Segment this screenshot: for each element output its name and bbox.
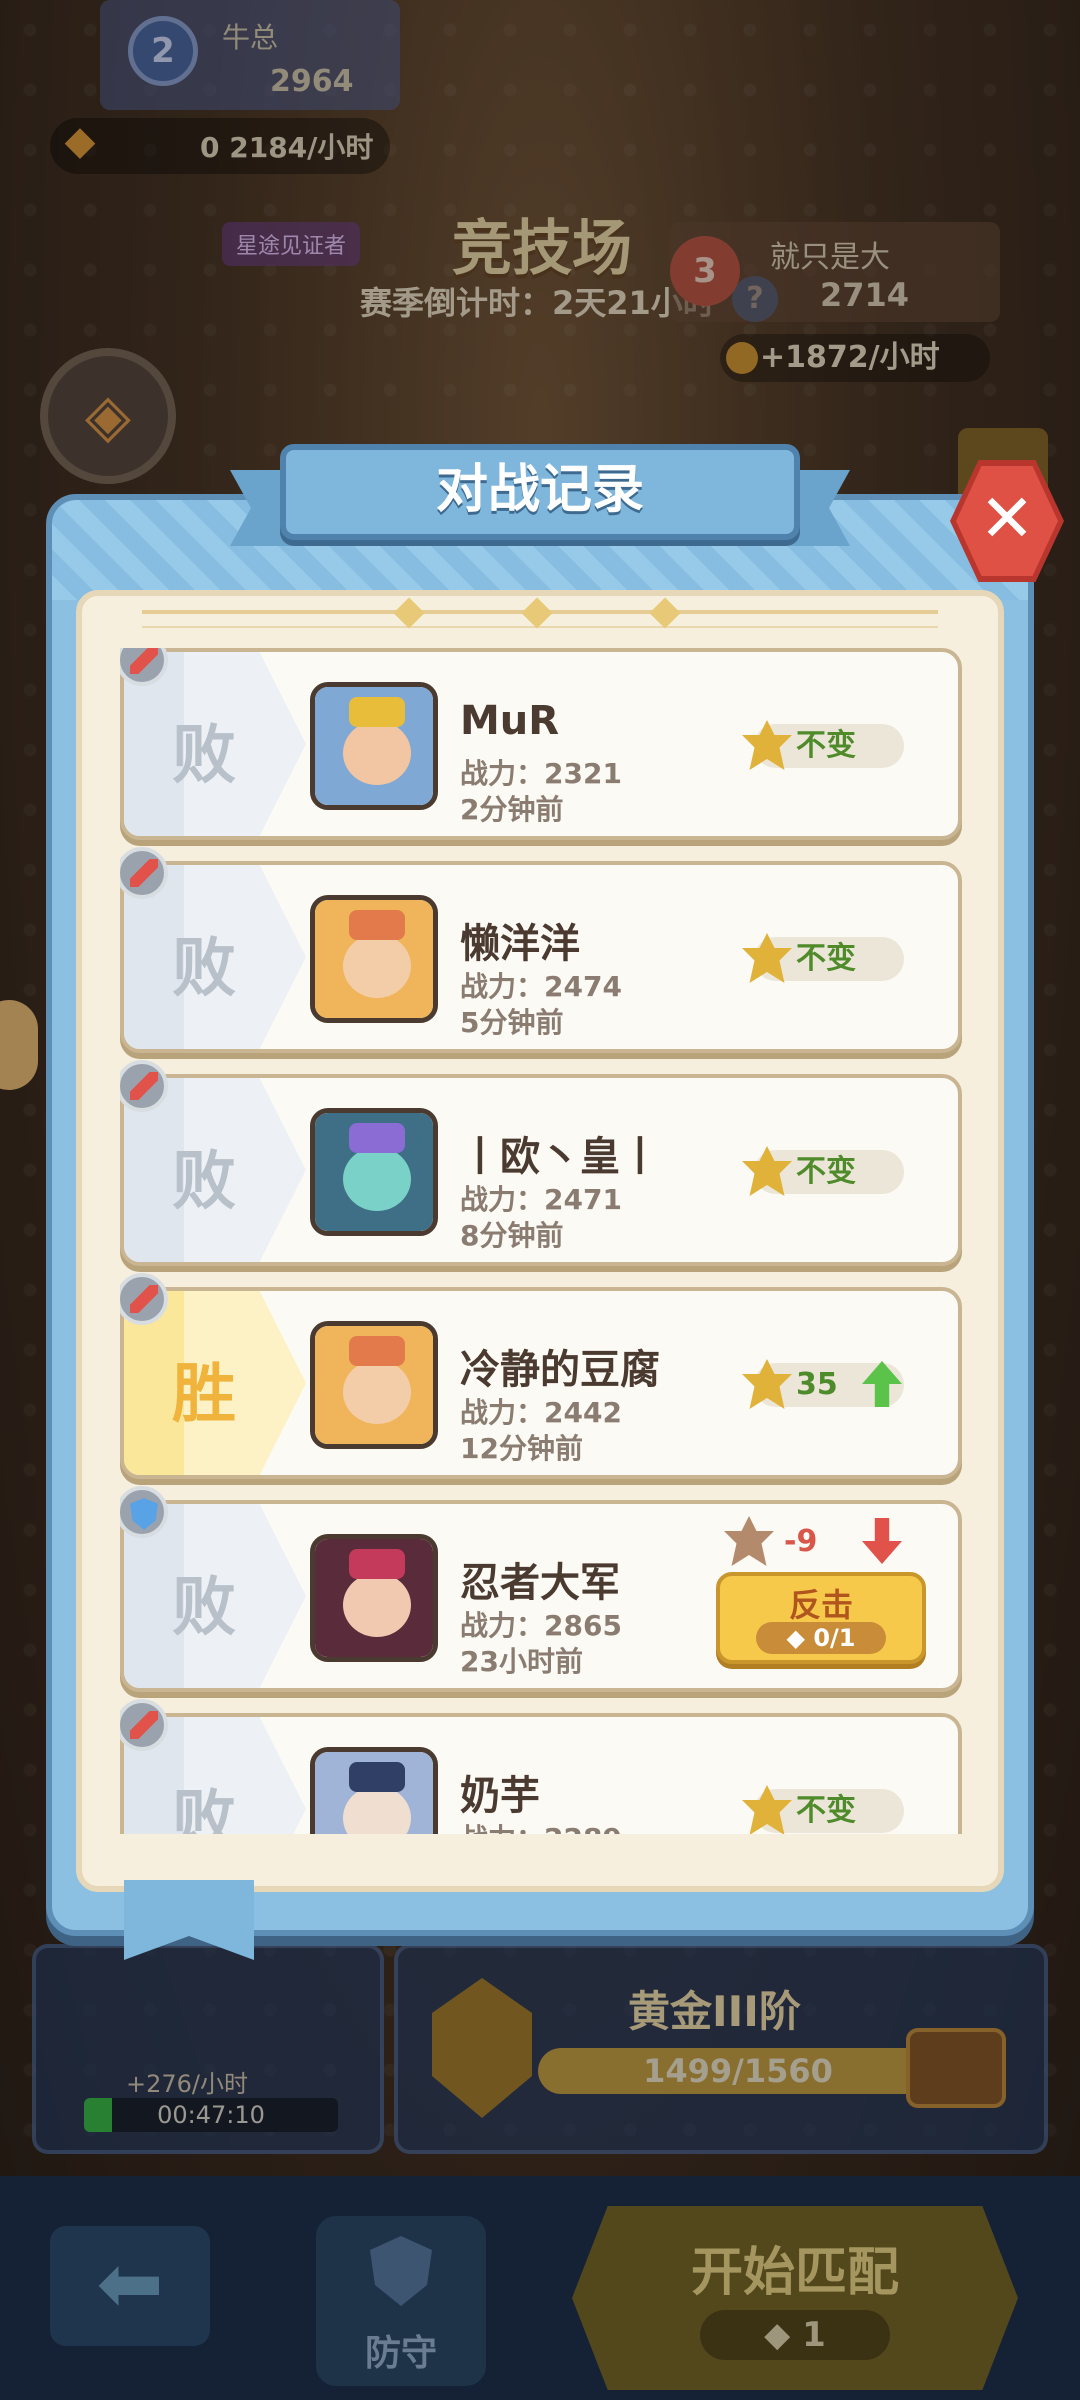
- avatar-face: [343, 1147, 411, 1211]
- opponent-power: 战力：2471: [460, 1183, 622, 1216]
- modal-title: 对战记录: [435, 460, 644, 520]
- opponent-name: 丨欧丶皇丨: [460, 1134, 660, 1180]
- opponent-avatar[interactable]: [310, 1108, 438, 1236]
- avatar-accessory: [349, 1549, 405, 1579]
- diamond-deco-icon: [521, 597, 553, 629]
- sword-icon: [130, 1072, 158, 1100]
- avatar-accessory: [349, 1336, 405, 1366]
- result-label: 败: [172, 1145, 236, 1219]
- diamond-deco-icon: [393, 597, 425, 629]
- counterattack-label: 反击: [788, 1586, 853, 1624]
- battle-record-row[interactable]: 败 懒洋洋 战力：2474 5分钟前 不变: [120, 861, 962, 1053]
- battle-time: 12分钟前: [460, 1432, 583, 1465]
- opponent-power: 战力：2474: [460, 970, 622, 1003]
- avatar-face: [343, 1360, 411, 1424]
- avatar-accessory: [349, 697, 405, 727]
- battle-time: 2分钟前: [460, 793, 564, 826]
- opponent-avatar[interactable]: [310, 682, 438, 810]
- battle-time: 8分钟前: [460, 1219, 564, 1252]
- result-label: 胜: [172, 1358, 236, 1432]
- sword-icon: [130, 1711, 158, 1739]
- rank-change: 不变: [796, 728, 856, 763]
- opponent-power: 战力：2321: [460, 757, 622, 790]
- battle-record-row[interactable]: 败 丨欧丶皇丨 战力：2471 8分钟前 不变: [120, 1074, 962, 1266]
- arrow-down-icon: [862, 1518, 902, 1564]
- result-label: 败: [172, 719, 236, 793]
- rank-change: -9: [784, 1524, 818, 1559]
- opponent-name: 冷静的豆腐: [460, 1347, 660, 1393]
- avatar-face: [343, 934, 411, 998]
- avatar-accessory: [349, 1123, 405, 1153]
- opponent-name: 懒洋洋: [460, 921, 580, 967]
- sword-icon: [130, 1285, 158, 1313]
- panel-deco-line: [142, 626, 938, 628]
- result-label: 败: [172, 932, 236, 1006]
- battle-record-row[interactable]: 败 忍者大军 战力：2865 23小时前 -9 反击 ◆ 0/1: [120, 1500, 962, 1692]
- shield-icon: [130, 1498, 158, 1530]
- battle-time: 5分钟前: [460, 1006, 564, 1039]
- opponent-avatar[interactable]: [310, 895, 438, 1023]
- rank-change: 不变: [796, 941, 856, 976]
- sword-icon: [130, 648, 158, 674]
- record-list[interactable]: 败 MuR 战力：2321 2分钟前 不变败懒洋洋 战力：2474 5分钟前 不变败丨欧丶皇丨…: [120, 648, 962, 1834]
- bronze-medal-icon: [724, 1516, 774, 1566]
- result-label: 败: [172, 1784, 236, 1834]
- opponent-power: 战力：2865: [460, 1609, 622, 1642]
- opponent-name: 忍者大军: [460, 1560, 620, 1606]
- counterattack-button[interactable]: 反击 ◆ 0/1: [716, 1572, 926, 1664]
- result-label: 败: [172, 1571, 236, 1645]
- opponent-name: 奶芋: [460, 1773, 540, 1819]
- sword-icon: [130, 859, 158, 887]
- battle-record-row[interactable]: 败 奶芋战力：2289 不变: [120, 1713, 962, 1834]
- avatar-accessory: [349, 910, 405, 940]
- counterattack-cost: ◆ 0/1: [756, 1622, 886, 1654]
- rank-change: 不变: [796, 1154, 856, 1189]
- opponent-power: 战力：2442: [460, 1396, 622, 1429]
- diamond-deco-icon: [649, 597, 681, 629]
- avatar-face: [343, 1573, 411, 1637]
- battle-record-row[interactable]: 胜 冷静的豆腐 战力：2442 12分钟前 35: [120, 1287, 962, 1479]
- rank-change: 不变: [796, 1793, 856, 1828]
- opponent-name: MuR: [460, 698, 560, 744]
- battle-record-row[interactable]: 败 MuR 战力：2321 2分钟前 不变: [120, 648, 962, 840]
- avatar-face: [343, 721, 411, 785]
- opponent-power: 战力：2289: [460, 1817, 622, 1834]
- opponent-avatar[interactable]: [310, 1534, 438, 1662]
- battle-time: 23小时前: [460, 1645, 583, 1678]
- opponent-avatar[interactable]: [310, 1321, 438, 1449]
- opponent-avatar[interactable]: [310, 1747, 438, 1834]
- rank-change: 35: [796, 1367, 838, 1402]
- avatar-accessory: [349, 1762, 405, 1792]
